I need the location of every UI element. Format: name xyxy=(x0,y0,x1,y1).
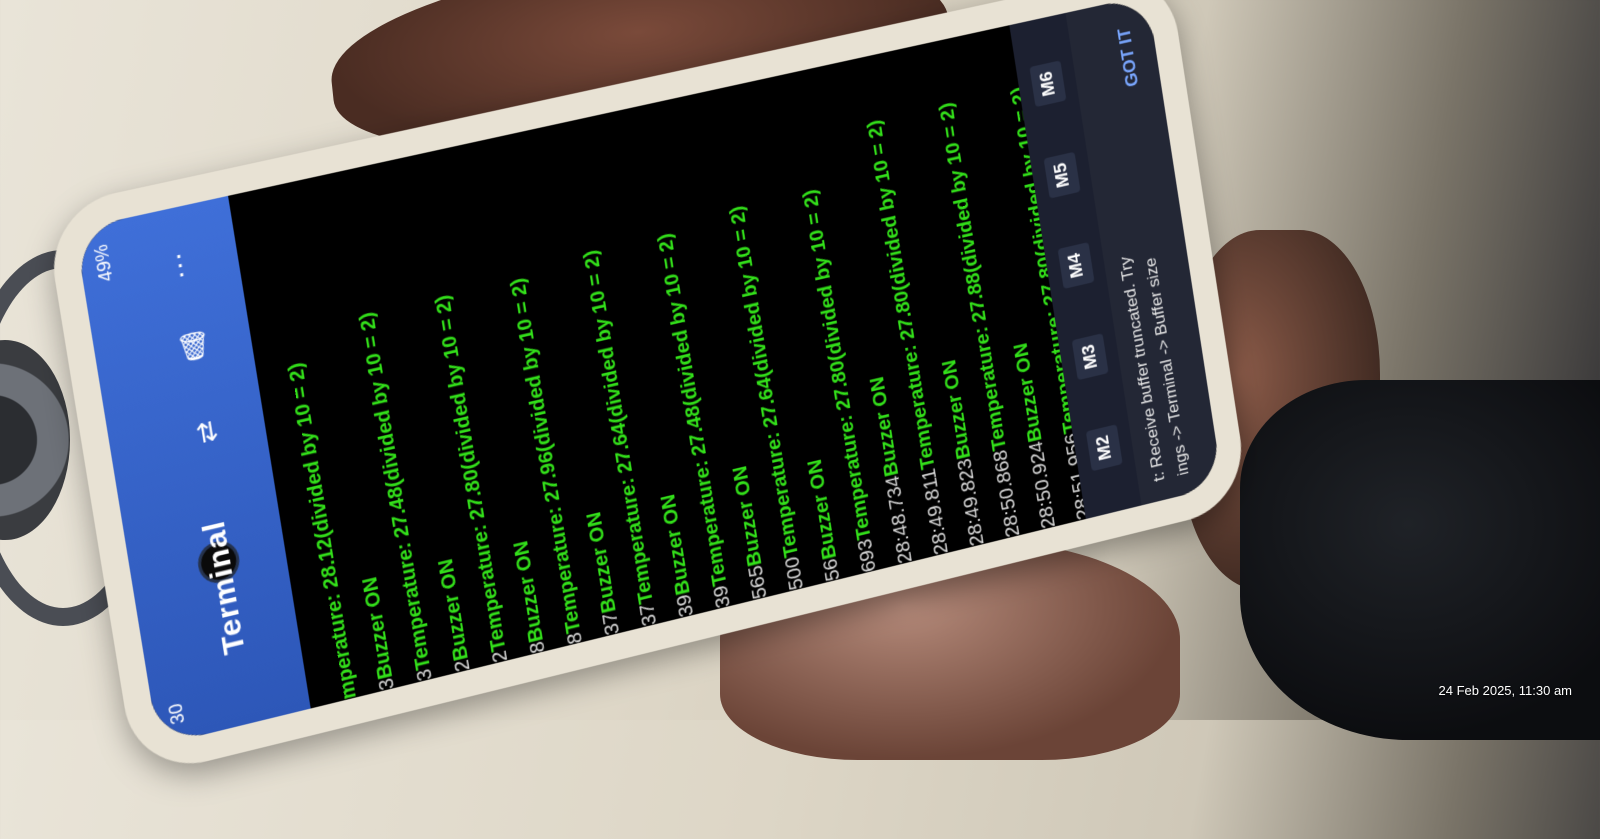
terminal-line-text: Buzzer ON xyxy=(657,491,695,598)
terminal-line-timestamp: 28:49.823 xyxy=(954,456,989,548)
terminal-output[interactable]: mperature: 28.12(divided by 10 = 2) 3Buzz… xyxy=(228,25,1086,709)
macro-m6-button[interactable]: M6 xyxy=(1028,60,1067,108)
connect-arrows-icon[interactable]: ⇅ xyxy=(188,413,226,453)
terminal-line-text: Buzzer ON xyxy=(358,574,398,682)
terminal-line-timestamp: 28:49.811 xyxy=(918,466,953,557)
got-it-button[interactable]: GOT IT xyxy=(1114,26,1142,88)
terminal-line-timestamp: 565 xyxy=(745,563,772,602)
terminal-line-text: Buzzer ON xyxy=(729,463,767,569)
terminal-line-text: Buzzer ON xyxy=(1010,340,1047,445)
photo-timestamp: 24 Feb 2025, 11:30 am xyxy=(1438,683,1572,698)
macro-m5-button[interactable]: M5 xyxy=(1043,151,1081,199)
macro-m4-button[interactable]: M4 xyxy=(1057,242,1095,290)
macro-m2-button[interactable]: M2 xyxy=(1085,424,1123,472)
terminal-line-timestamp: 693 xyxy=(854,536,881,575)
terminal-line-timestamp: 28:50.868 xyxy=(989,447,1025,540)
terminal-line-text: Buzzer ON xyxy=(583,509,621,616)
macro-m3-button[interactable]: M3 xyxy=(1071,333,1109,381)
status-time: 30 xyxy=(164,701,189,727)
terminal-line-timestamp: 28:48.734 xyxy=(882,473,917,566)
trash-icon[interactable]: 🗑 xyxy=(174,326,213,366)
app-title: Terminal xyxy=(196,517,252,658)
more-vert-icon[interactable]: ⋮ xyxy=(161,245,199,285)
terminal-line-text: Buzzer ON xyxy=(510,538,548,645)
terminal-line-text: Buzzer ON xyxy=(938,357,975,462)
terminal-lines: mperature: 28.12(divided by 10 = 2) 3Buzz… xyxy=(248,25,1086,703)
terminal-line-text: Buzzer ON xyxy=(434,556,473,663)
terminal-line-text: Buzzer ON xyxy=(866,374,904,479)
battery-indicator: 49% xyxy=(90,242,117,284)
terminal-line-timestamp: 500 xyxy=(781,554,808,593)
terminal-line-text: Buzzer ON xyxy=(804,457,841,562)
terminal-line-timestamp: 28:50.924 xyxy=(1025,439,1060,531)
